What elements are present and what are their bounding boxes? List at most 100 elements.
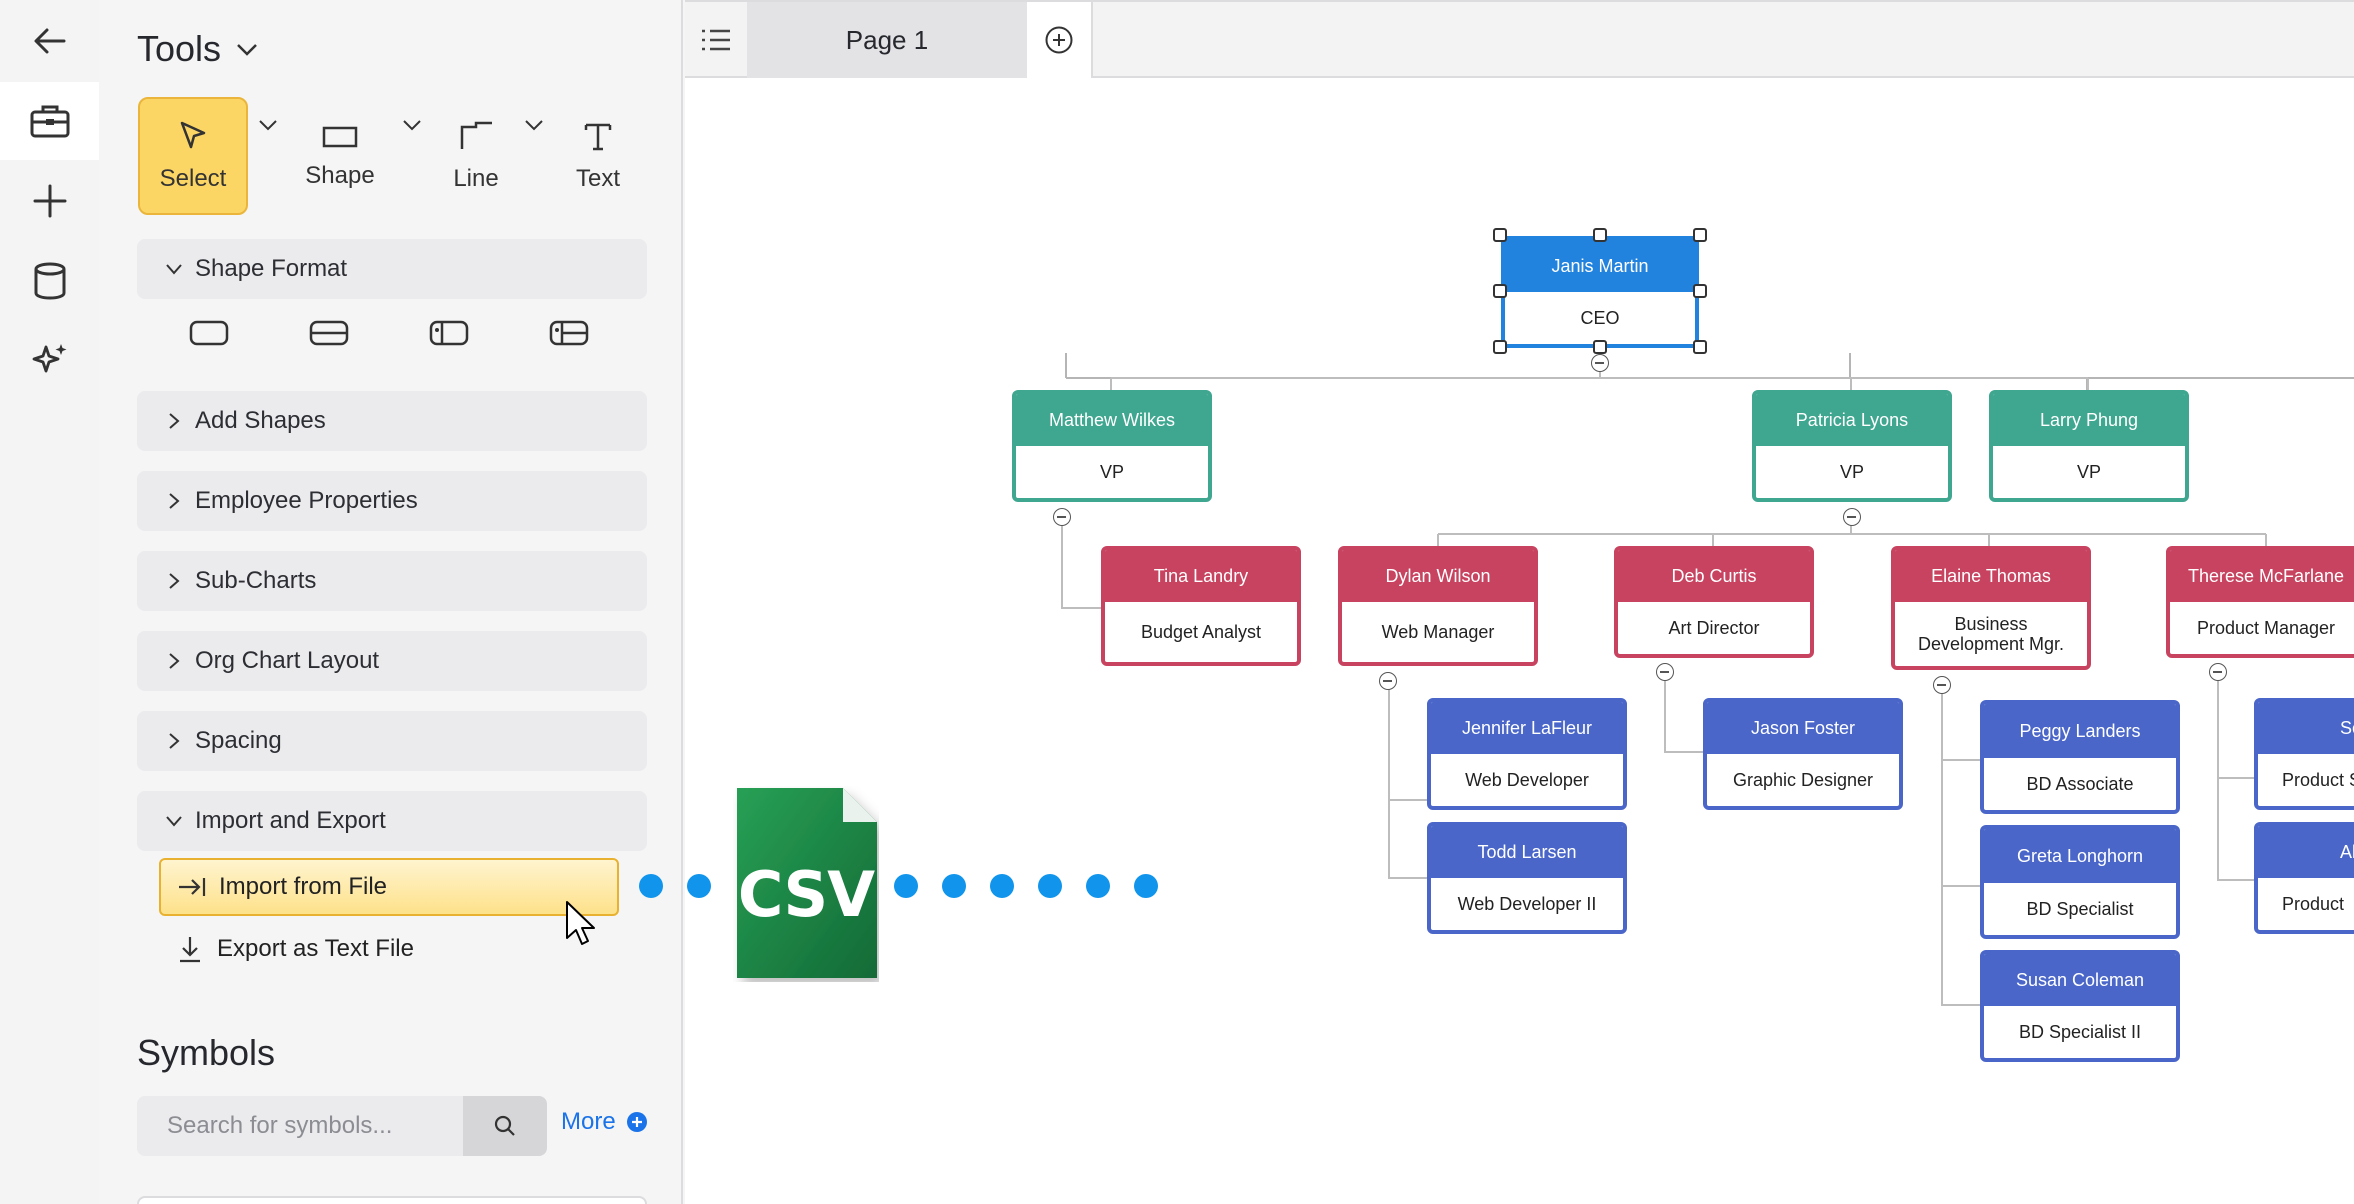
- org-node-vp[interactable]: Patricia Lyons VP: [1752, 390, 1952, 502]
- export-text-file-label: Export as Text File: [217, 935, 414, 962]
- symbol-search-input[interactable]: [137, 1096, 463, 1156]
- section-shape-format[interactable]: Shape Format: [137, 239, 647, 299]
- chevron-right-icon: [161, 492, 187, 510]
- rounded-rect-format-icon[interactable]: [187, 316, 231, 350]
- back-arrow-icon: [34, 28, 65, 54]
- add-button[interactable]: [0, 162, 99, 240]
- tool-text[interactable]: Text: [543, 97, 653, 215]
- sparkle-icon: [32, 344, 66, 373]
- tab-page-1-label: Page 1: [845, 24, 929, 55]
- org-node-manager[interactable]: Dylan Wilson Web Manager: [1338, 546, 1538, 666]
- section-spacing[interactable]: Spacing: [137, 711, 647, 771]
- node-title: BD Specialist II: [2018, 1022, 2142, 1042]
- back-button[interactable]: [0, 2, 99, 80]
- resize-handle[interactable]: [1593, 228, 1607, 242]
- tab-page-1[interactable]: Page 1: [747, 2, 1027, 78]
- org-node-staff[interactable]: Alan Product: [2254, 822, 2354, 934]
- node-name: Greta Longhorn: [1984, 829, 2176, 883]
- node-name: Deb Curtis: [1618, 550, 1810, 602]
- org-node-manager[interactable]: Deb Curtis Art Director: [1614, 546, 1814, 658]
- node-title: Web Developer II: [1457, 894, 1597, 914]
- section-add-shapes[interactable]: Add Shapes: [137, 391, 647, 451]
- node-name: Todd Larsen: [1431, 826, 1623, 878]
- org-node-vp[interactable]: Larry Phung VP: [1989, 390, 2189, 502]
- resize-handle[interactable]: [1693, 228, 1707, 242]
- org-node-staff[interactable]: Scott Product S: [2254, 698, 2354, 810]
- flow-dot: [1134, 874, 1158, 898]
- collapse-toggle-icon[interactable]: [1591, 354, 1609, 372]
- node-title: BD Associate: [2026, 774, 2134, 794]
- tools-title: Tools: [137, 28, 222, 69]
- section-org-chart-layout[interactable]: Org Chart Layout: [137, 631, 647, 691]
- tool-shape[interactable]: Shape: [285, 97, 395, 215]
- collapse-toggle-icon[interactable]: [1656, 663, 1674, 681]
- org-node-staff[interactable]: Jason Foster Graphic Designer: [1703, 698, 1903, 810]
- node-name: Scott: [2258, 702, 2354, 754]
- collapse-toggle-icon[interactable]: [1053, 508, 1071, 526]
- shape-dropdown-icon[interactable]: [401, 118, 423, 132]
- page-list-button[interactable]: [685, 2, 747, 78]
- more-label: More: [561, 1108, 616, 1135]
- org-node-manager[interactable]: Elaine Thomas Business Development Mgr.: [1891, 546, 2091, 670]
- import-from-file-button[interactable]: Import from File: [159, 858, 619, 916]
- shape-format-options: [137, 316, 647, 356]
- node-name: Peggy Landers: [1984, 704, 2176, 758]
- flow-dot: [990, 874, 1014, 898]
- tool-shape-label: Shape: [305, 162, 375, 189]
- tool-line[interactable]: Line: [421, 97, 531, 215]
- resize-handle[interactable]: [1493, 284, 1507, 298]
- symbol-search-button[interactable]: [463, 1096, 547, 1156]
- symbol-search-field[interactable]: [137, 1096, 463, 1156]
- resize-handle[interactable]: [1693, 284, 1707, 298]
- org-node-manager[interactable]: Therese McFarlane Product Manager: [2166, 546, 2354, 658]
- section-import-export-label: Import and Export: [195, 807, 386, 834]
- node-title: Product S: [2282, 770, 2354, 790]
- section-employee-properties-label: Employee Properties: [195, 487, 418, 514]
- csv-file-icon: CSV: [733, 786, 879, 982]
- resize-handle[interactable]: [1593, 340, 1607, 354]
- ai-button[interactable]: [0, 322, 99, 400]
- org-node-staff[interactable]: Peggy Landers BD Associate: [1980, 700, 2180, 814]
- plus-circle-icon: [626, 1112, 647, 1132]
- collapse-toggle-icon[interactable]: [1843, 508, 1861, 526]
- node-title: Product: [2282, 894, 2345, 914]
- node-name: Janis Martin: [1505, 240, 1695, 292]
- toolbox-icon: [30, 105, 69, 138]
- export-text-file-button[interactable]: Export as Text File: [159, 920, 619, 978]
- resize-handle[interactable]: [1493, 228, 1507, 242]
- line-icon: [460, 121, 492, 149]
- chevron-down-icon: [161, 815, 187, 827]
- tools-header[interactable]: Tools: [137, 28, 259, 70]
- section-org-chart-layout-label: Org Chart Layout: [195, 647, 380, 674]
- diagram-canvas[interactable]: CSV Janis Martin CEO Matthew Wilkes VP P…: [685, 78, 2354, 1204]
- resize-handle[interactable]: [1493, 340, 1507, 354]
- section-sub-charts[interactable]: Sub-Charts: [137, 551, 647, 611]
- node-title: Web Developer: [1465, 770, 1589, 790]
- line-dropdown-icon[interactable]: [523, 118, 545, 132]
- collapse-toggle-icon[interactable]: [1379, 672, 1397, 690]
- split-rect-format-icon[interactable]: [307, 316, 351, 350]
- tool-select[interactable]: Select: [138, 97, 248, 215]
- photo-split-format-icon[interactable]: [547, 316, 591, 350]
- org-node-staff[interactable]: Greta Longhorn BD Specialist: [1980, 825, 2180, 939]
- org-node-staff[interactable]: Susan Coleman BD Specialist II: [1980, 950, 2180, 1062]
- org-node-staff[interactable]: Todd Larsen Web Developer II: [1427, 822, 1627, 934]
- add-page-button[interactable]: [1027, 2, 1093, 78]
- node-title: VP: [2076, 462, 2101, 482]
- section-employee-properties[interactable]: Employee Properties: [137, 471, 647, 531]
- collapse-toggle-icon[interactable]: [1933, 676, 1951, 694]
- more-symbols-link[interactable]: More: [561, 1108, 648, 1136]
- org-node-manager[interactable]: Tina Landry Budget Analyst: [1101, 546, 1301, 666]
- photo-card-format-icon[interactable]: [427, 316, 471, 350]
- resize-handle[interactable]: [1693, 340, 1707, 354]
- symbols-title: Symbols: [137, 1032, 276, 1073]
- data-button[interactable]: [0, 242, 99, 320]
- org-node-ceo[interactable]: Janis Martin CEO: [1501, 236, 1699, 348]
- org-node-staff[interactable]: Jennifer LaFleur Web Developer: [1427, 698, 1627, 810]
- org-node-vp[interactable]: Matthew Wilkes VP: [1012, 390, 1212, 502]
- chevron-right-icon: [161, 572, 187, 590]
- collapse-toggle-icon[interactable]: [2209, 663, 2227, 681]
- section-import-export[interactable]: Import and Export: [137, 791, 647, 851]
- toolbox-button[interactable]: [0, 82, 99, 160]
- select-dropdown-icon[interactable]: [257, 118, 279, 132]
